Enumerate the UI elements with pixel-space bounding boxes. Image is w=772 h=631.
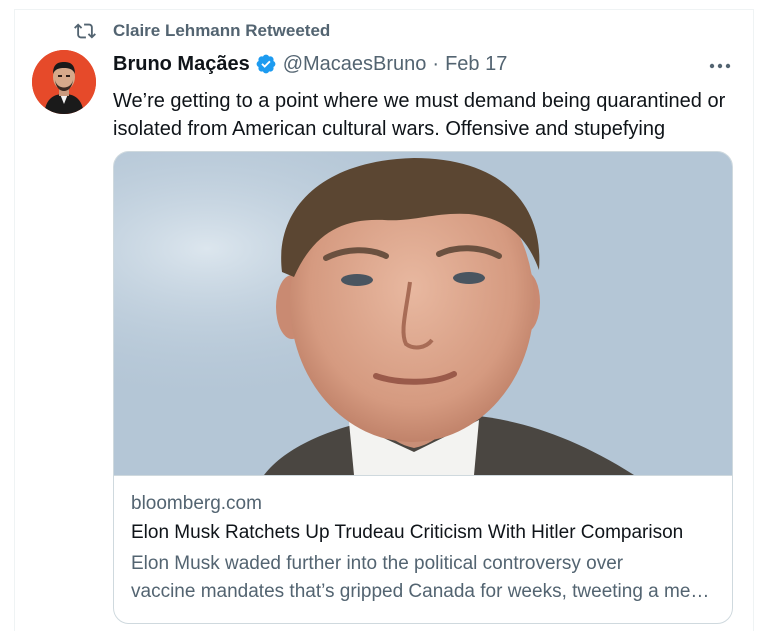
separator-dot: · [432,52,440,75]
author-handle[interactable]: @MacaesBruno [283,53,427,76]
card-description: Elon Musk waded further into the politic… [131,550,716,606]
card-photo [114,152,732,475]
page: Claire Lehmann Retweeted Bruno Maçães @M… [0,0,772,631]
retweet-icon [74,23,96,39]
card-description-line: vaccine mandates that’s gripped Canada f… [131,581,716,602]
tweet-date[interactable]: Feb 17 [445,53,507,76]
card-title: Elon Musk Ratchets Up Trudeau Criticism … [131,522,684,543]
card-domain: bloomberg.com [131,493,262,514]
tweet-text: We’re getting to a point where we must d… [113,90,726,140]
avatar-portrait [32,50,96,114]
link-preview-card[interactable]: bloomberg.com Elon Musk Ratchets Up Trud… [113,151,733,624]
verified-badge-icon [256,54,276,74]
retweet-label[interactable]: Claire Lehmann Retweeted [113,21,330,41]
tweet-header: Bruno Maçães @MacaesBruno · Feb 17 [113,50,743,78]
card-image[interactable] [114,152,732,475]
avatar[interactable] [32,50,96,114]
author-display-name[interactable]: Bruno Maçães [113,53,250,76]
card-description-line: Elon Musk waded further into the politic… [131,553,624,574]
card-meta[interactable]: bloomberg.com Elon Musk Ratchets Up Trud… [114,475,732,623]
tweet[interactable]: Claire Lehmann Retweeted Bruno Maçães @M… [14,9,754,631]
more-options-icon[interactable] [707,56,733,76]
